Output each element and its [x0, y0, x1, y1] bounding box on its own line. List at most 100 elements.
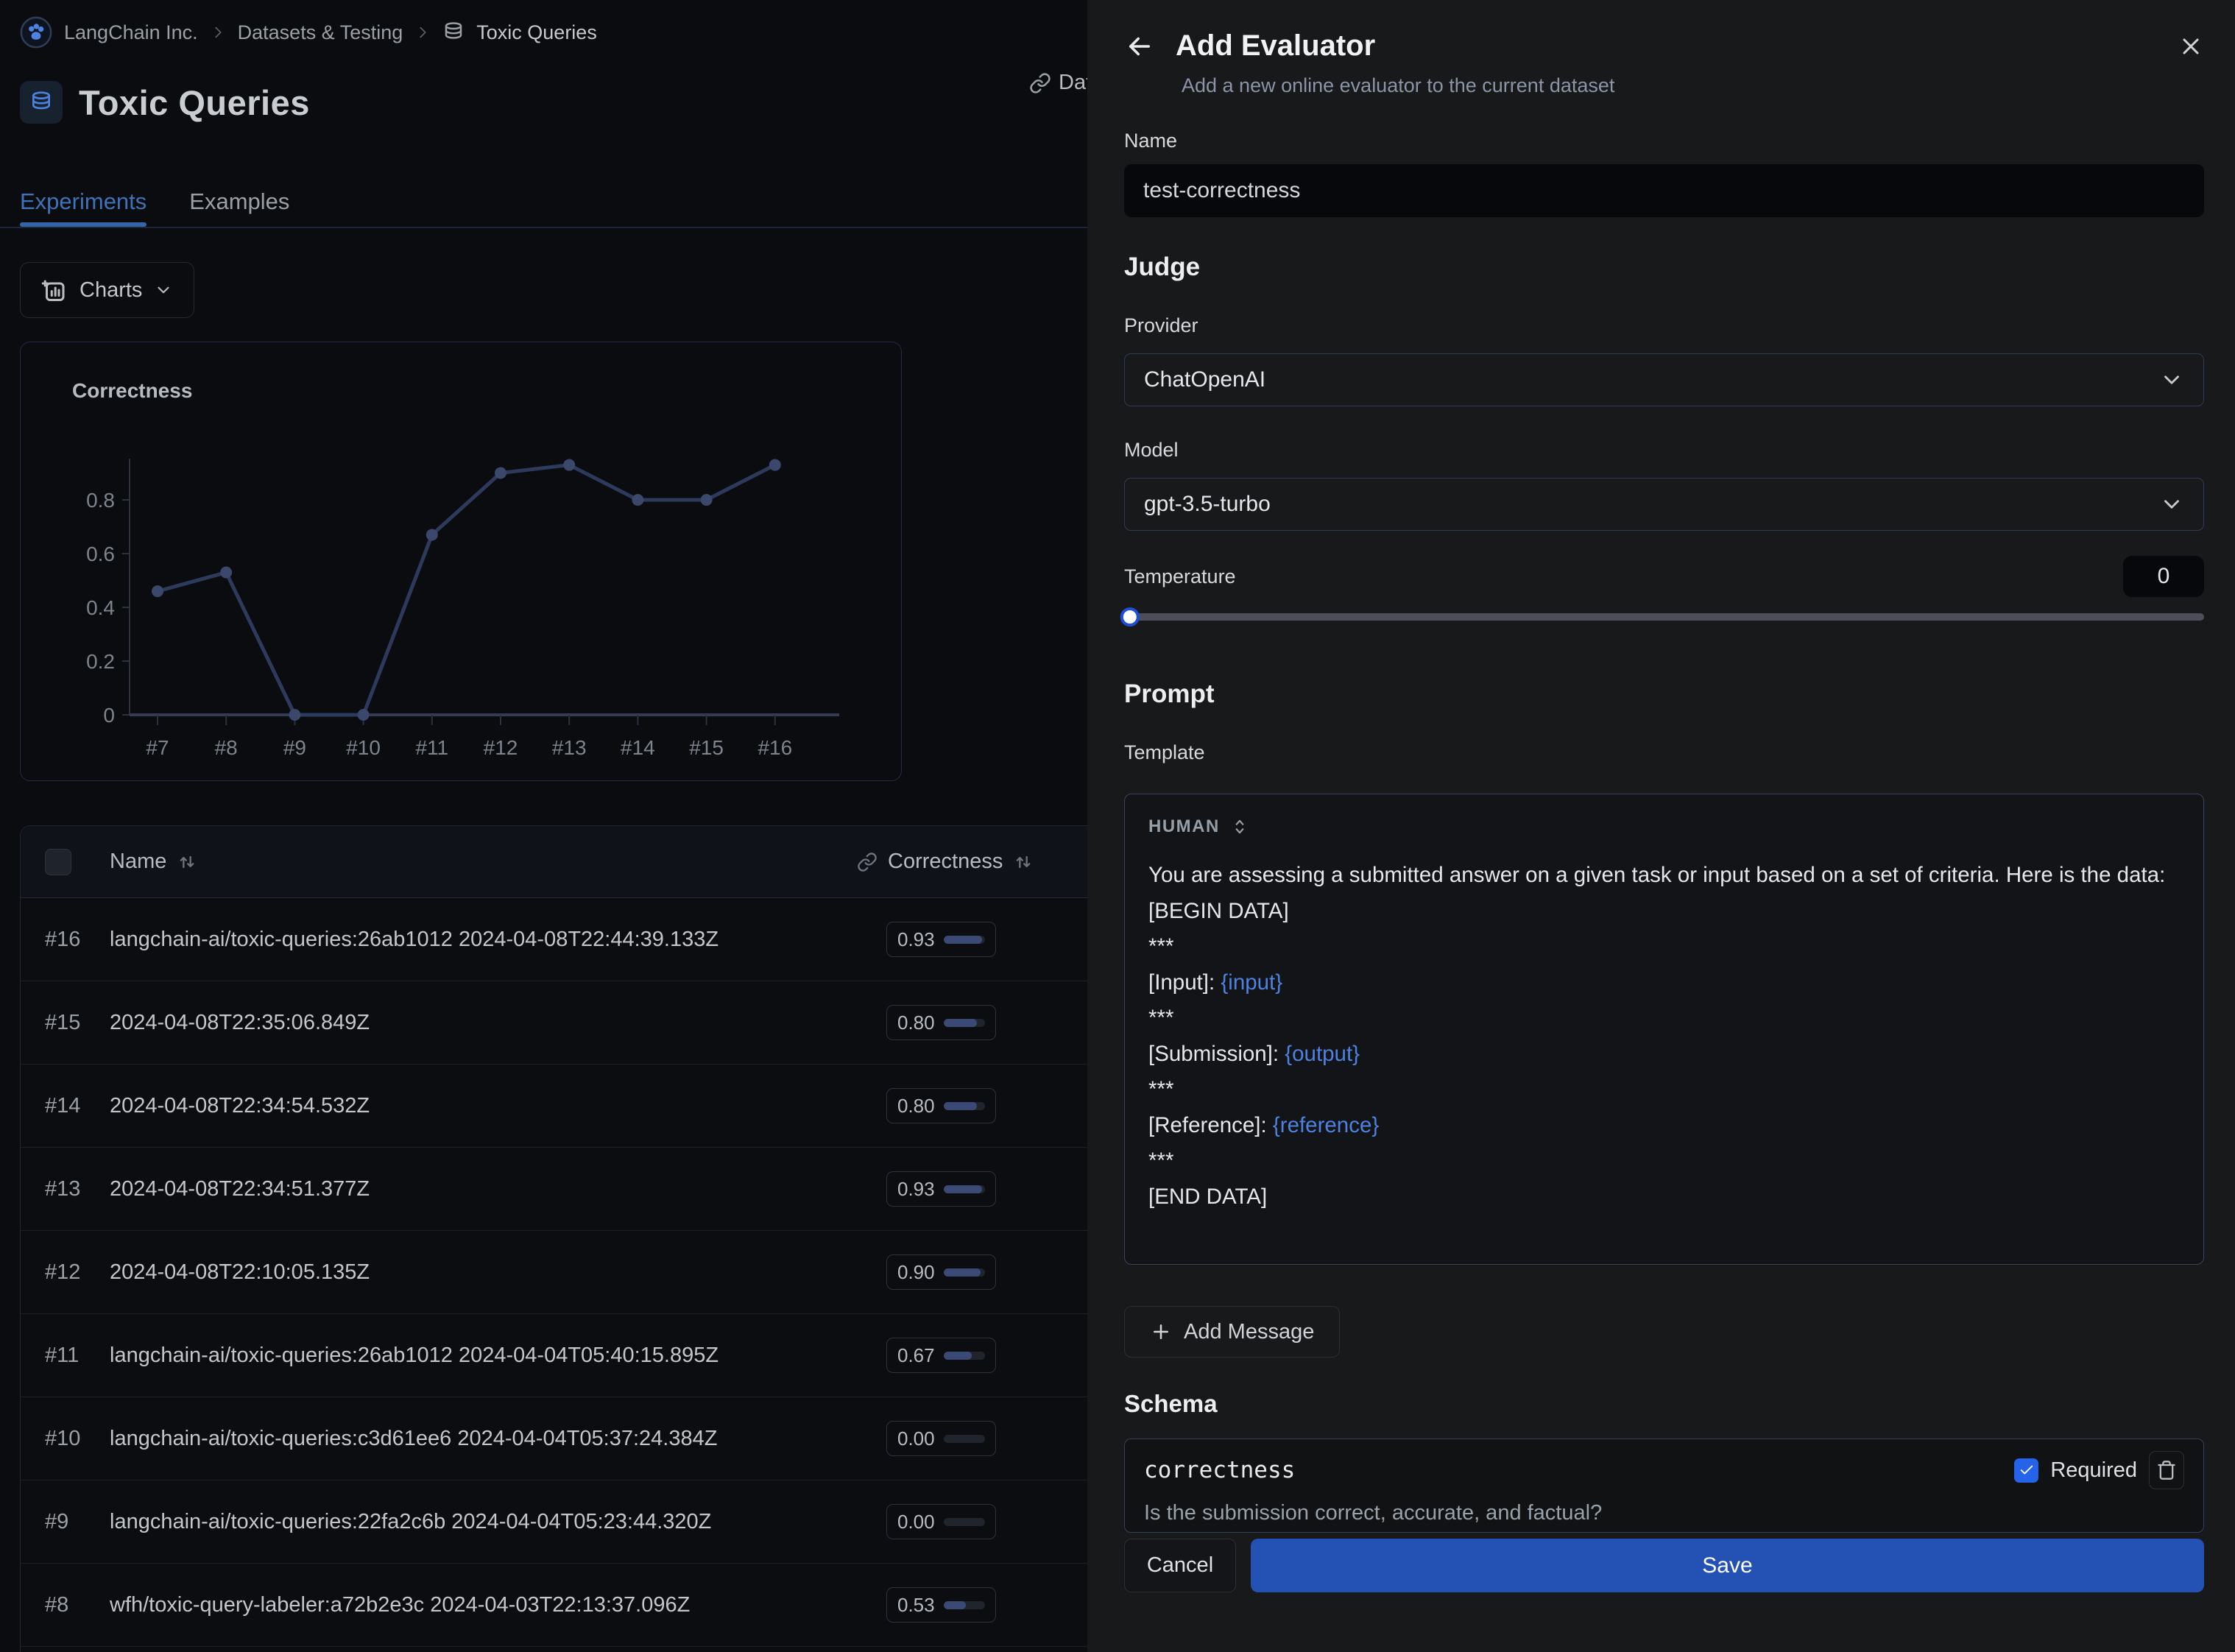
breadcrumb-org[interactable]: LangChain Inc.: [64, 21, 198, 44]
svg-text:0.8: 0.8: [86, 489, 115, 512]
table-row[interactable]: #13 2024-04-08T22:34:51.377Z 0.93: [21, 1148, 1087, 1231]
correctness-badge: 0.93: [886, 1171, 996, 1207]
back-button[interactable]: [1124, 31, 1155, 62]
svg-text:0.2: 0.2: [86, 650, 115, 673]
dataset-link[interactable]: Dat: [1029, 71, 1087, 95]
svg-text:#14: #14: [621, 736, 655, 759]
correctness-badge: 0.00: [886, 1421, 996, 1456]
correctness-bar: [944, 936, 985, 944]
correctness-bar-fill: [944, 1019, 977, 1027]
panel-header: Add Evaluator: [1124, 29, 2204, 63]
required-checkbox[interactable]: [2014, 1458, 2038, 1483]
svg-text:0.6: 0.6: [86, 543, 115, 565]
check-icon: [2019, 1462, 2035, 1478]
save-button[interactable]: Save: [1251, 1539, 2204, 1592]
correctness-bar-fill: [944, 936, 982, 944]
breadcrumb-current: Toxic Queries: [476, 21, 597, 44]
breadcrumb: LangChain Inc. Datasets & Testing Toxic …: [0, 0, 1087, 49]
table-row[interactable]: #8 wfh/toxic-query-labeler:a72b2e3c 2024…: [21, 1564, 1087, 1647]
table-row[interactable]: #16 langchain-ai/toxic-queries:26ab1012 …: [21, 898, 1087, 981]
table-row[interactable]: #14 2024-04-08T22:34:54.532Z 0.80: [21, 1065, 1087, 1148]
chevron-right-icon: [210, 24, 226, 40]
close-button[interactable]: [2178, 33, 2204, 60]
correctness-badge: 0.67: [886, 1338, 996, 1373]
select-all-checkbox[interactable]: [45, 849, 71, 875]
title-row: Toxic Queries: [20, 81, 1087, 124]
panel-title: Add Evaluator: [1176, 29, 1375, 63]
panel-subtitle: Add a new online evaluator to the curren…: [1182, 74, 2204, 97]
row-number: #14: [21, 1094, 110, 1118]
correctness-bar: [944, 1435, 985, 1443]
correctness-bar: [944, 1019, 985, 1027]
correctness-bar-fill: [944, 1352, 972, 1360]
correctness-value: 0.00: [897, 1511, 935, 1533]
model-label: Model: [1124, 439, 2204, 462]
svg-text:#12: #12: [484, 736, 518, 759]
correctness-bar-fill: [944, 1102, 977, 1110]
row-name: 2024-04-08T22:35:06.849Z: [110, 1011, 886, 1035]
correctness-bar: [944, 1601, 985, 1609]
row-number: #12: [21, 1260, 110, 1285]
correctness-bar-fill: [944, 1268, 981, 1277]
table-row[interactable]: #12 2024-04-08T22:10:05.135Z 0.90: [21, 1231, 1087, 1314]
close-icon: [2178, 33, 2204, 60]
schema-field-name: correctness: [1144, 1457, 1295, 1483]
column-header-correctness[interactable]: Correctness: [857, 850, 1087, 874]
svg-text:#8: #8: [215, 736, 238, 759]
correctness-value: 0.00: [897, 1427, 935, 1450]
prompt-template-editor[interactable]: HUMAN You are assessing a submitted answ…: [1124, 794, 2204, 1265]
svg-text:#10: #10: [346, 736, 381, 759]
org-avatar[interactable]: [20, 16, 52, 49]
row-number: #16: [21, 928, 110, 952]
judge-heading: Judge: [1124, 253, 2204, 282]
template-text[interactable]: You are assessing a submitted answer on …: [1148, 858, 2180, 1215]
model-select[interactable]: gpt-3.5-turbo: [1124, 478, 2204, 531]
message-role-selector[interactable]: HUMAN: [1148, 816, 1249, 837]
tab-examples[interactable]: Examples: [189, 188, 289, 227]
required-label: Required: [2050, 1458, 2137, 1483]
svg-text:0.4: 0.4: [86, 596, 115, 619]
add-message-button[interactable]: Add Message: [1124, 1306, 1340, 1358]
tabs: Experiments Examples: [20, 188, 1087, 227]
row-name: langchain-ai/toxic-queries:26ab1012 2024…: [110, 1344, 886, 1368]
row-name: 2024-04-08T22:10:05.135Z: [110, 1260, 886, 1285]
correctness-badge: 0.90: [886, 1254, 996, 1290]
charts-button[interactable]: Charts: [20, 262, 194, 318]
slider-track[interactable]: [1124, 613, 2204, 621]
sort-icon: [1013, 852, 1034, 872]
column-header-name[interactable]: Name: [110, 850, 857, 874]
table-header: Name Correctness: [21, 826, 1087, 898]
name-column-label: Name: [110, 850, 166, 874]
add-evaluator-panel: Add Evaluator Add a new online evaluator…: [1087, 0, 2235, 1652]
evaluator-name-input[interactable]: [1124, 164, 2204, 217]
name-label: Name: [1124, 130, 2204, 152]
breadcrumb-section[interactable]: Datasets & Testing: [238, 21, 403, 44]
message-role-label: HUMAN: [1148, 816, 1220, 837]
table-row[interactable]: #10 langchain-ai/toxic-queries:c3d61ee6 …: [21, 1397, 1087, 1480]
table-row-partial: [21, 1647, 1087, 1652]
tab-experiments[interactable]: Experiments: [20, 188, 146, 227]
temperature-slider[interactable]: [1124, 607, 2204, 626]
correctness-badge: 0.93: [886, 922, 996, 957]
model-value: gpt-3.5-turbo: [1144, 492, 1271, 517]
delete-schema-field-button[interactable]: [2149, 1451, 2184, 1489]
correctness-bar: [944, 1102, 985, 1110]
row-number: #10: [21, 1427, 110, 1451]
svg-text:#11: #11: [415, 736, 448, 759]
table-row[interactable]: #9 langchain-ai/toxic-queries:22fa2c6b 2…: [21, 1480, 1087, 1564]
temperature-label: Temperature: [1124, 565, 1236, 588]
table-row[interactable]: #11 langchain-ai/toxic-queries:26ab1012 …: [21, 1314, 1087, 1397]
experiments-table: Name Correctness #16 langchain: [20, 825, 1087, 1652]
temperature-value[interactable]: 0: [2123, 556, 2204, 597]
cancel-button[interactable]: Cancel: [1124, 1539, 1236, 1592]
slider-thumb[interactable]: [1120, 607, 1140, 626]
row-name: langchain-ai/toxic-queries:c3d61ee6 2024…: [110, 1427, 886, 1451]
provider-select[interactable]: ChatOpenAI: [1124, 353, 2204, 406]
row-number: #13: [21, 1177, 110, 1201]
link-icon: [857, 852, 878, 872]
table-row[interactable]: #15 2024-04-08T22:35:06.849Z 0.80: [21, 981, 1087, 1065]
dataset-link-label: Dat: [1059, 71, 1087, 95]
add-message-label: Add Message: [1184, 1320, 1314, 1344]
row-number: #9: [21, 1510, 110, 1534]
row-name: 2024-04-08T22:34:54.532Z: [110, 1094, 886, 1118]
